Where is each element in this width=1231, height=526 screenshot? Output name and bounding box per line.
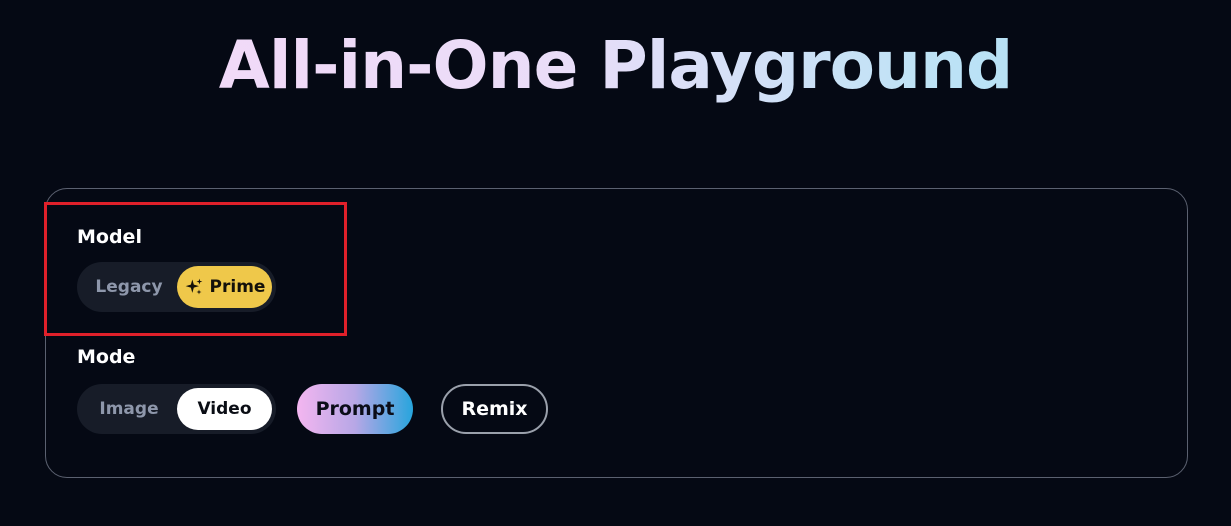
model-option-prime[interactable]: Prime xyxy=(177,266,272,308)
model-option-prime-label: Prime xyxy=(209,277,266,297)
playground-page: All-in-One Playground Model Legacy Prime… xyxy=(0,0,1231,526)
model-option-legacy[interactable]: Legacy xyxy=(81,266,177,308)
mode-label: Mode xyxy=(77,346,136,368)
mode-toggle: Image Video xyxy=(77,384,276,434)
sparkle-icon xyxy=(185,278,202,295)
prompt-button[interactable]: Prompt xyxy=(297,384,413,434)
remix-button[interactable]: Remix xyxy=(441,384,548,434)
model-toggle: Legacy Prime xyxy=(77,262,276,312)
page-title: All-in-One Playground xyxy=(0,26,1231,106)
model-label: Model xyxy=(77,226,142,248)
mode-option-image[interactable]: Image xyxy=(81,388,177,430)
mode-option-video[interactable]: Video xyxy=(177,388,272,430)
